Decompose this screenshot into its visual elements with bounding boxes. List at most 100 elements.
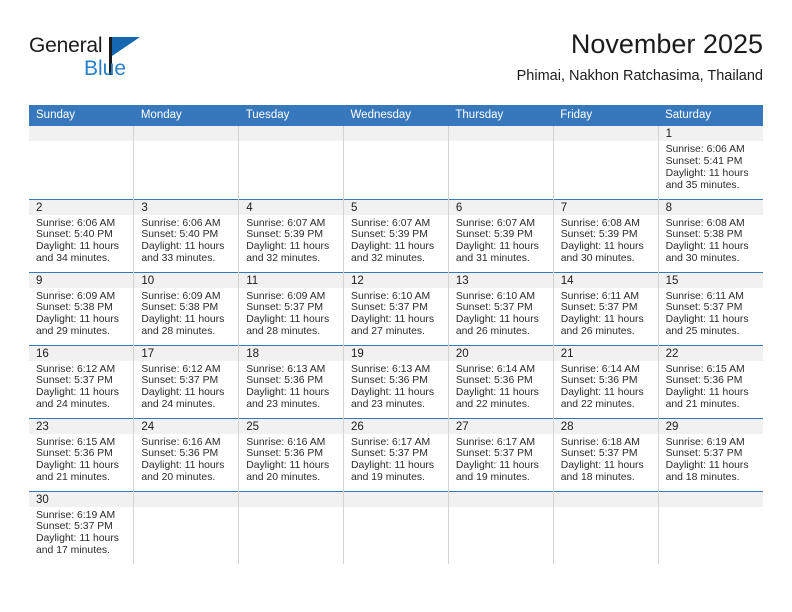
day-detail-line: Sunset: 5:37 PM [36,375,113,387]
day-number [553,491,658,507]
calendar-day-cell[interactable]: 2 Sunrise: 6:06 AM Sunset: 5:40 PM Daylight… [29,198,135,272]
day-number: 23 [29,418,134,434]
day-detail-line: Daylight: 11 hours [141,241,225,253]
day-detail-line: Daylight: 11 hours [560,460,644,472]
day-sun-times: Sunrise: 6:10 AM Sunset: 5:37 PM Daylight:… [344,288,448,339]
calendar-day-cell[interactable]: 8 Sunrise: 6:08 AM Sunset: 5:38 PM Daylight… [658,198,763,272]
day-detail-line: Sunset: 5:39 PM [351,229,428,241]
day-detail-line: Daylight: 11 hours [665,314,749,326]
calendar-week-row: 2 Sunrise: 6:06 AM Sunset: 5:40 PM Daylight… [29,198,763,272]
day-detail-line: Daylight: 11 hours [351,460,435,472]
day-detail-line: Sunrise: 6:07 AM [246,217,326,229]
day-number: 18 [239,345,344,361]
day-sun-times: Sunrise: 6:09 AM Sunset: 5:37 PM Daylight:… [239,288,343,339]
calendar-day-cell[interactable]: 21 Sunrise: 6:14 AM Sunset: 5:36 PM Dayligh… [553,344,659,418]
day-detail-line: Daylight: 11 hours [455,314,539,326]
day-detail-line: Sunset: 5:36 PM [351,375,428,387]
day-detail-line: Sunset: 5:37 PM [560,448,638,460]
day-sun-times: Sunrise: 6:13 AM Sunset: 5:36 PM Daylight:… [239,361,343,412]
calendar-day-cell[interactable]: 27 Sunrise: 6:17 AM Sunset: 5:37 PM Dayligh… [448,417,554,491]
weekday-header-thursday: Thursday [448,105,554,126]
day-number [448,126,553,141]
day-detail-line: Sunset: 5:36 PM [246,448,324,460]
calendar-day-cell[interactable]: 19 Sunrise: 6:13 AM Sunset: 5:36 PM Dayligh… [343,344,449,418]
day-detail-line: Daylight: 11 hours [665,387,749,399]
calendar-day-cell[interactable]: 5 Sunrise: 6:07 AM Sunset: 5:39 PM Daylight… [343,198,449,272]
day-number [134,126,239,141]
day-detail-line: Sunset: 5:39 PM [246,229,324,241]
calendar-day-cell[interactable]: 26 Sunrise: 6:17 AM Sunset: 5:37 PM Dayligh… [343,417,449,491]
calendar-day-cell[interactable]: 17 Sunrise: 6:12 AM Sunset: 5:37 PM Dayligh… [133,344,240,418]
day-sun-times: Sunrise: 6:19 AM Sunset: 5:37 PM Daylight:… [29,507,133,558]
day-number: 2 [29,199,134,215]
day-detail-line: and 24 minutes. [36,399,110,411]
day-sun-times: Sunrise: 6:18 AM Sunset: 5:37 PM Daylight:… [554,434,658,485]
day-sun-times: Sunrise: 6:17 AM Sunset: 5:37 PM Daylight:… [449,434,553,485]
calendar-day-cell[interactable]: 24 Sunrise: 6:16 AM Sunset: 5:36 PM Dayligh… [133,417,240,491]
day-number: 10 [134,272,239,288]
day-sun-times: Sunrise: 6:13 AM Sunset: 5:36 PM Daylight:… [344,361,448,412]
day-detail-line: Sunrise: 6:06 AM [141,217,221,229]
day-detail-line: Sunrise: 6:15 AM [36,436,116,448]
day-detail-line: Daylight: 11 hours [351,241,435,253]
calendar-day-cell[interactable]: 13 Sunrise: 6:10 AM Sunset: 5:37 PM Dayligh… [448,271,554,345]
calendar-day-cell[interactable]: 15 Sunrise: 6:11 AM Sunset: 5:37 PM Dayligh… [658,271,763,345]
calendar-day-cell[interactable]: 4 Sunrise: 6:07 AM Sunset: 5:39 PM Daylight… [238,198,345,272]
calendar-day-cell[interactable]: 14 Sunrise: 6:11 AM Sunset: 5:37 PM Dayligh… [553,271,659,345]
day-sun-times: Sunrise: 6:06 AM Sunset: 5:40 PM Daylight:… [134,215,238,266]
general-blue-logo[interactable]: General Blue [29,34,209,92]
day-detail-line: Sunrise: 6:17 AM [351,436,431,448]
day-sun-times: Sunrise: 6:12 AM Sunset: 5:37 PM Daylight:… [29,361,133,412]
calendar-day-cell[interactable]: 23 Sunrise: 6:15 AM Sunset: 5:36 PM Dayligh… [29,417,135,491]
day-detail-line: and 24 minutes. [141,399,216,411]
calendar-day-cell[interactable]: 9 Sunrise: 6:09 AM Sunset: 5:38 PM Daylight… [29,271,135,345]
calendar-day-cell[interactable]: 28 Sunrise: 6:18 AM Sunset: 5:37 PM Dayligh… [553,417,659,491]
day-number: 14 [553,272,658,288]
calendar-day-cell[interactable]: 22 Sunrise: 6:15 AM Sunset: 5:36 PM Dayligh… [658,344,763,418]
day-detail-line: Sunrise: 6:12 AM [36,363,116,375]
calendar-day-cell[interactable]: 6 Sunrise: 6:07 AM Sunset: 5:39 PM Daylight… [448,198,554,272]
day-detail-line: and 19 minutes. [455,472,530,484]
calendar-day-cell[interactable]: 18 Sunrise: 6:13 AM Sunset: 5:36 PM Dayligh… [238,344,345,418]
day-sun-times: Sunrise: 6:08 AM Sunset: 5:38 PM Daylight:… [659,215,763,266]
calendar-day-cell[interactable]: 7 Sunrise: 6:08 AM Sunset: 5:39 PM Daylight… [553,198,659,272]
day-detail-line: and 25 minutes. [665,326,740,338]
calendar-empty-cell [343,126,449,199]
calendar-day-cell[interactable]: 12 Sunrise: 6:10 AM Sunset: 5:37 PM Dayligh… [343,271,449,345]
day-sun-times: Sunrise: 6:07 AM Sunset: 5:39 PM Daylight:… [239,215,343,266]
day-detail-line: and 20 minutes. [141,472,216,484]
day-detail-line: Sunrise: 6:18 AM [560,436,640,448]
calendar-day-cell[interactable]: 20 Sunrise: 6:14 AM Sunset: 5:36 PM Dayligh… [448,344,554,418]
day-sun-times: Sunrise: 6:16 AM Sunset: 5:36 PM Daylight:… [239,434,343,485]
calendar-day-cell[interactable]: 29 Sunrise: 6:19 AM Sunset: 5:37 PM Dayligh… [658,417,763,491]
calendar-empty-cell [238,126,345,199]
calendar-day-cell[interactable]: 1 Sunrise: 6:06 AM Sunset: 5:41 PM Daylight… [658,126,763,199]
weekday-header-friday: Friday [553,105,659,126]
day-detail-line: Sunset: 5:40 PM [141,229,219,241]
calendar-day-cell[interactable]: 3 Sunrise: 6:06 AM Sunset: 5:40 PM Daylight… [133,198,240,272]
day-number: 1 [658,126,763,141]
calendar-day-cell[interactable]: 30 Sunrise: 6:19 AM Sunset: 5:37 PM Dayligh… [29,490,135,564]
day-detail-line: Sunset: 5:36 PM [141,448,219,460]
calendar-day-cell[interactable]: 16 Sunrise: 6:12 AM Sunset: 5:37 PM Dayligh… [29,344,135,418]
calendar-day-cell[interactable]: 11 Sunrise: 6:09 AM Sunset: 5:37 PM Dayligh… [238,271,345,345]
day-sun-times: Sunrise: 6:17 AM Sunset: 5:37 PM Daylight:… [344,434,448,485]
day-detail-line: Daylight: 11 hours [36,533,119,545]
day-detail-line: Sunrise: 6:09 AM [36,290,116,302]
calendar-day-cell[interactable]: 25 Sunrise: 6:16 AM Sunset: 5:36 PM Dayligh… [238,417,345,491]
calendar-day-cell[interactable]: 10 Sunrise: 6:09 AM Sunset: 5:38 PM Dayligh… [133,271,240,345]
day-number: 12 [344,272,448,288]
day-sun-times: Sunrise: 6:11 AM Sunset: 5:37 PM Daylight:… [659,288,763,339]
day-detail-line: Daylight: 11 hours [141,387,225,399]
day-detail-line: Sunset: 5:40 PM [36,229,113,241]
day-detail-line: and 20 minutes. [246,472,321,484]
day-number: 22 [658,345,763,361]
day-number [344,491,448,507]
calendar-empty-cell [658,490,763,564]
day-detail-line: Sunrise: 6:11 AM [665,290,744,302]
day-number: 19 [344,345,448,361]
day-detail-line: Daylight: 11 hours [665,241,749,253]
day-number: 16 [29,345,134,361]
day-detail-line: Sunrise: 6:16 AM [246,436,326,448]
logo-text-blue: Blue [84,57,127,80]
